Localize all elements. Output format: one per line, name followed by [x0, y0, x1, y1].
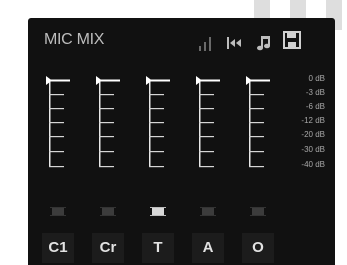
channel-button-o[interactable]: O — [242, 233, 274, 263]
fader-tick — [249, 151, 264, 153]
db-scale-label: -20 dB — [301, 130, 325, 139]
fader-c1[interactable] — [46, 76, 70, 206]
fader-tick — [99, 122, 114, 124]
channel-button-cr[interactable]: Cr — [92, 233, 124, 263]
led-pins — [250, 207, 266, 208]
fader-tick — [99, 166, 114, 168]
fader-tick — [199, 151, 214, 153]
fader-tick — [149, 151, 164, 153]
fader-tick — [199, 166, 214, 168]
db-scale-label: 0 dB — [308, 74, 325, 83]
channel-button-t[interactable]: T — [142, 233, 174, 263]
fader-handle-bar — [150, 79, 170, 82]
fader-tick — [149, 108, 164, 110]
channel-led — [250, 207, 266, 216]
led-pins — [200, 215, 216, 216]
led-pins — [50, 207, 66, 208]
panel-title: MIC MIX — [44, 31, 105, 48]
fader-scale — [46, 76, 70, 168]
fader-tick — [99, 94, 114, 96]
swap-arrows-icon[interactable] — [226, 33, 244, 51]
led-pins — [100, 215, 116, 216]
fader-tick — [249, 166, 264, 168]
fader-handle-bar — [100, 79, 120, 82]
db-scale-label: -3 dB — [305, 88, 325, 97]
led-pins — [50, 215, 66, 216]
led-pins — [200, 207, 216, 208]
fader-scale — [146, 76, 170, 168]
led-body — [202, 208, 214, 216]
fader-tick — [99, 151, 114, 153]
channel-button-c1[interactable]: C1 — [42, 233, 74, 263]
fader-tick — [199, 108, 214, 110]
led-pins — [150, 215, 166, 216]
fader-t[interactable] — [146, 76, 170, 206]
led-pins — [250, 215, 266, 216]
fader-tick — [249, 136, 264, 138]
fader-handle-bar — [200, 79, 220, 82]
db-scale-label: -12 dB — [301, 116, 325, 125]
channel-led — [200, 207, 216, 216]
fader-tick — [149, 122, 164, 124]
fader-tick — [99, 136, 114, 138]
fader-tick — [49, 108, 64, 110]
channel-led — [150, 207, 166, 216]
fader-tick — [199, 94, 214, 96]
fader-tick — [149, 136, 164, 138]
db-scale-label: -6 dB — [305, 102, 325, 111]
fader-tick — [149, 94, 164, 96]
db-scale-label: -30 dB — [301, 145, 325, 154]
fader-tick — [249, 108, 264, 110]
channel-led — [50, 207, 66, 216]
mic-mix-panel: MIC MIX 0 dB -3 dB -6 dB -12 dB -20 dB -… — [28, 18, 335, 265]
fader-tick — [49, 136, 64, 138]
led-pins — [150, 207, 166, 208]
fader-handle-bar — [50, 79, 70, 82]
fader-tick — [249, 122, 264, 124]
led-body — [152, 208, 164, 216]
fader-tick — [49, 166, 64, 168]
fader-scale — [196, 76, 220, 168]
fader-tick — [149, 166, 164, 168]
fader-tick — [49, 94, 64, 96]
led-pins — [100, 207, 116, 208]
db-scale-label: -40 dB — [301, 160, 325, 169]
fader-tick — [49, 151, 64, 153]
fader-scale — [96, 76, 120, 168]
led-body — [252, 208, 264, 216]
fader-tick — [99, 108, 114, 110]
fader-tick — [49, 122, 64, 124]
fader-tick — [199, 136, 214, 138]
signal-bars-icon[interactable] — [198, 33, 214, 51]
music-note-icon[interactable] — [256, 33, 272, 51]
fader-tick — [249, 94, 264, 96]
fader-tick — [199, 122, 214, 124]
save-icon[interactable] — [283, 31, 301, 49]
fader-a[interactable] — [196, 76, 220, 206]
channel-button-a[interactable]: A — [192, 233, 224, 263]
led-body — [52, 208, 64, 216]
channel-led — [100, 207, 116, 216]
fader-cr[interactable] — [96, 76, 120, 206]
led-body — [102, 208, 114, 216]
